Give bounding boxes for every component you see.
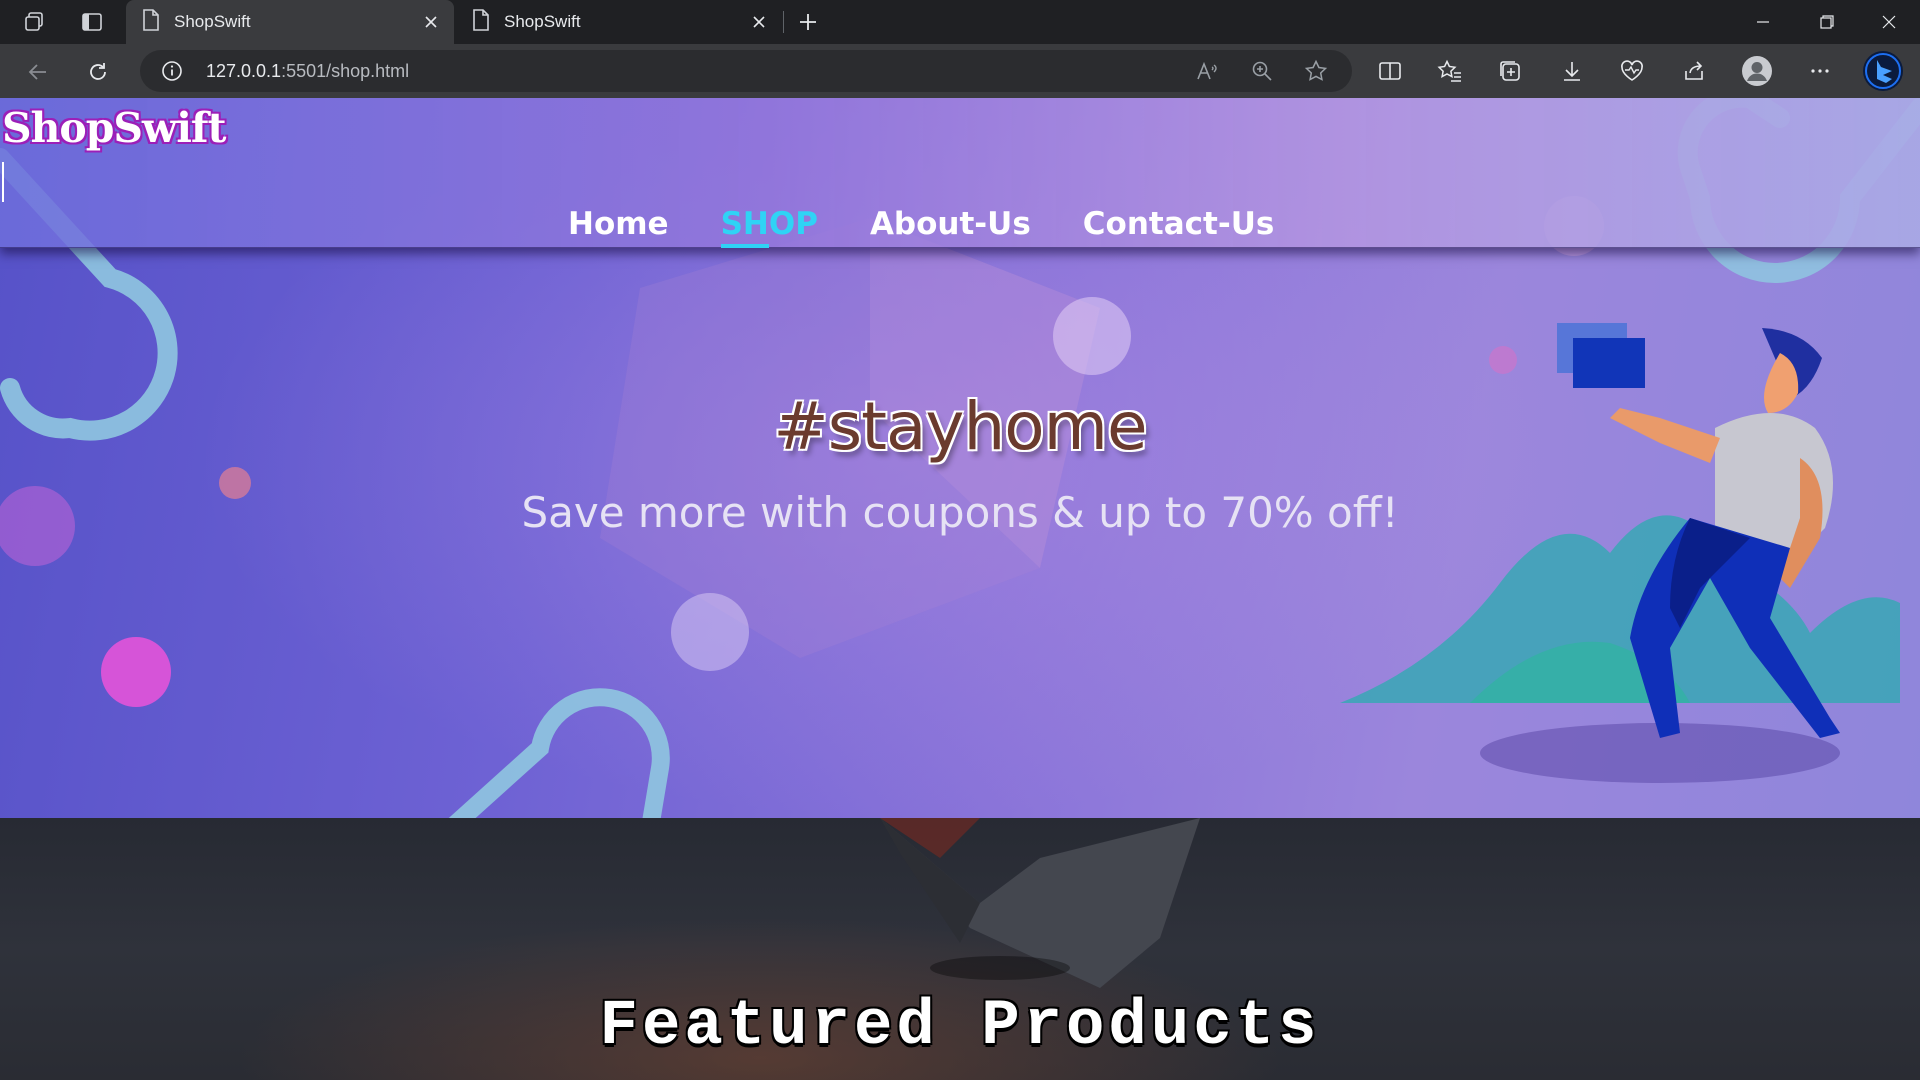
new-tab-icon[interactable]: [796, 10, 820, 34]
window-close-icon[interactable]: [1858, 0, 1920, 44]
split-screen-icon[interactable]: [1376, 57, 1404, 85]
more-icon[interactable]: [1806, 57, 1834, 85]
site-header: ShopSwift Home SHOP About-Us Contact-Us: [0, 98, 1920, 248]
nav-about-us[interactable]: About-Us: [870, 206, 1031, 242]
collections-icon[interactable]: [1496, 57, 1524, 85]
main-nav: Home SHOP About-Us Contact-Us: [568, 206, 1275, 248]
browser-toolbar: 127.0.0.1:5501/shop.html: [0, 44, 1920, 98]
site-logo[interactable]: ShopSwift: [2, 104, 226, 152]
nav-contact-us[interactable]: Contact-Us: [1083, 206, 1275, 242]
share-icon[interactable]: [1680, 57, 1708, 85]
tab-title: ShopSwift: [174, 12, 251, 31]
minimize-icon[interactable]: [1732, 0, 1794, 44]
info-icon[interactable]: [160, 59, 184, 83]
url-text[interactable]: 127.0.0.1:5501/shop.html: [206, 61, 409, 82]
page-viewport: ShopSwift Home SHOP About-Us Contact-Us …: [0, 98, 1920, 1080]
url-path: :5501/shop.html: [281, 61, 410, 81]
favorites-icon[interactable]: [1436, 57, 1464, 85]
page-icon: [142, 8, 160, 36]
close-icon[interactable]: [748, 11, 770, 33]
url-host: 127.0.0.1: [206, 61, 282, 81]
hero-title: #stayhome: [773, 388, 1147, 465]
close-icon[interactable]: [420, 11, 442, 33]
nav-home[interactable]: Home: [568, 206, 669, 242]
read-aloud-icon[interactable]: [1196, 59, 1220, 83]
tab-title: ShopSwift: [504, 12, 581, 31]
refresh-icon[interactable]: [84, 58, 112, 86]
tab-shopswift-active[interactable]: ShopSwift: [126, 0, 454, 44]
tab-actions-icon[interactable]: [80, 10, 104, 34]
restore-icon[interactable]: [1796, 0, 1858, 44]
text-cursor: [2, 162, 4, 202]
tab-separator: [783, 11, 784, 33]
title-bar: ShopSwift ShopSwift: [0, 0, 1920, 44]
featured-products-heading: Featured Products: [599, 991, 1321, 1063]
favorite-star-icon[interactable]: [1304, 59, 1328, 83]
zoom-icon[interactable]: [1250, 59, 1274, 83]
tab-shopswift[interactable]: ShopSwift: [456, 0, 782, 44]
profile-icon[interactable]: [1741, 55, 1773, 87]
nav-shop[interactable]: SHOP: [720, 206, 818, 248]
back-icon[interactable]: [24, 58, 52, 86]
browser-essentials-icon[interactable]: [1618, 57, 1646, 85]
address-bar[interactable]: 127.0.0.1:5501/shop.html: [140, 50, 1352, 92]
copilot-icon[interactable]: [1862, 50, 1904, 92]
hero-subtitle: Save more with coupons & up to 70% off!: [521, 488, 1399, 537]
page-icon: [472, 8, 490, 36]
workspaces-icon[interactable]: [22, 10, 46, 34]
downloads-icon[interactable]: [1558, 57, 1586, 85]
